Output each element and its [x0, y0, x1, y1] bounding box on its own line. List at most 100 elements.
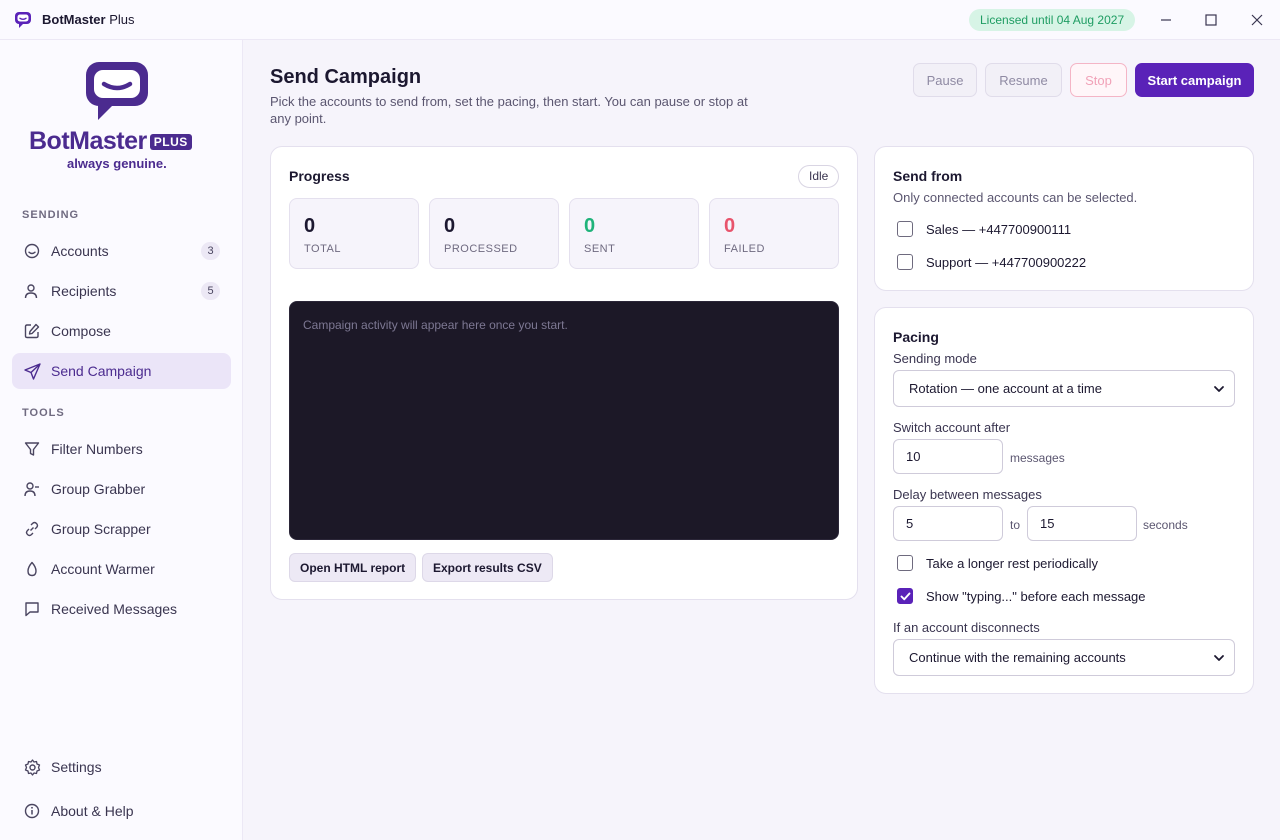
- start-campaign-button[interactable]: Start campaign: [1135, 63, 1254, 97]
- sidebar-item-label: Settings: [51, 759, 102, 775]
- progress-card: Progress Idle 0 TOTAL 0 PROCESSED 0 SENT…: [270, 146, 858, 600]
- stat-sent: 0 SENT: [569, 198, 699, 269]
- stat-total: 0 TOTAL: [289, 198, 419, 269]
- page-title: Send Campaign: [270, 66, 422, 88]
- page-subtitle: Pick the accounts to send from, set the …: [270, 94, 748, 126]
- pause-button[interactable]: Pause: [913, 63, 977, 97]
- pacing-title: Pacing: [893, 329, 939, 345]
- sidebar-item-label: Send Campaign: [51, 363, 152, 379]
- sidebar-item-label: Accounts: [51, 243, 109, 259]
- switch-account-input[interactable]: 10: [893, 439, 1003, 474]
- app-logo-icon: [15, 11, 31, 28]
- switch-unit: messages: [1010, 451, 1065, 465]
- gear-icon: [23, 758, 41, 776]
- brand-tagline: always genuine.: [67, 156, 167, 171]
- smiley-icon: [23, 242, 41, 260]
- sidebar-item-label: Account Warmer: [51, 561, 155, 577]
- select-value: Continue with the remaining accounts: [909, 650, 1126, 665]
- sidebar-item-filter-numbers[interactable]: Filter Numbers: [12, 431, 231, 467]
- stat-value: 0: [584, 215, 596, 237]
- checkbox[interactable]: [897, 555, 913, 571]
- account-label: Sales — +447700900111: [926, 221, 1072, 237]
- checkbox[interactable]: [897, 254, 913, 270]
- stat-failed: 0 FAILED: [709, 198, 839, 269]
- resume-button[interactable]: Resume: [985, 63, 1062, 97]
- sidebar-item-send-campaign[interactable]: Send Campaign: [12, 353, 231, 389]
- brand-logo: BotMaster PLUS always genuine.: [0, 60, 243, 180]
- stat-value: 0: [724, 215, 736, 237]
- sending-mode-label: Sending mode: [893, 351, 977, 366]
- user-icon: [23, 282, 41, 300]
- longer-rest-label: Take a longer rest periodically: [926, 555, 1098, 571]
- account-option-support[interactable]: Support — +447700900222: [897, 254, 1086, 270]
- message-icon: [23, 600, 41, 618]
- sidebar-item-label: Compose: [51, 323, 111, 339]
- delay-label: Delay between messages: [893, 487, 1042, 502]
- delay-to-label: to: [1010, 518, 1021, 532]
- typing-option[interactable]: Show "typing..." before each message: [897, 588, 1146, 604]
- link-icon: [23, 520, 41, 538]
- tools-section-label: TOOLS: [22, 407, 65, 419]
- brand-plus-badge: PLUS: [149, 134, 192, 150]
- status-badge: Idle: [798, 165, 840, 188]
- account-option-sales[interactable]: Sales — +447700900111: [897, 221, 1071, 237]
- delay-unit: seconds: [1143, 518, 1188, 532]
- longer-rest-option[interactable]: Take a longer rest periodically: [897, 555, 1098, 571]
- send-from-title: Send from: [893, 168, 963, 184]
- disconnect-label: If an account disconnects: [893, 620, 1040, 635]
- stat-label: FAILED: [724, 243, 765, 255]
- sidebar-item-compose[interactable]: Compose: [12, 313, 231, 349]
- sidebar-item-recipients[interactable]: Recipients 5: [12, 273, 231, 309]
- count-badge: 5: [201, 282, 220, 300]
- stat-processed: 0 PROCESSED: [429, 198, 559, 269]
- open-html-report-button[interactable]: Open HTML report: [289, 553, 417, 582]
- app-title: BotMaster Plus: [42, 12, 135, 27]
- sending-section-label: SENDING: [22, 209, 80, 221]
- activity-log[interactable]: Campaign activity will appear here once …: [289, 301, 839, 540]
- edit-icon: [23, 322, 41, 340]
- stat-label: PROCESSED: [444, 243, 518, 255]
- send-icon: [23, 362, 41, 380]
- progress-title: Progress: [289, 168, 350, 184]
- sidebar-item-label: Recipients: [51, 283, 117, 299]
- checkbox[interactable]: [897, 221, 913, 237]
- sidebar-item-accounts[interactable]: Accounts 3: [12, 233, 231, 269]
- stop-button[interactable]: Stop: [1070, 63, 1127, 97]
- delay-max-input[interactable]: 15: [1027, 506, 1137, 541]
- chevron-down-icon: [1214, 655, 1224, 661]
- minimize-button[interactable]: [1152, 6, 1180, 34]
- sidebar: BotMaster PLUS always genuine. SENDING Ac…: [0, 40, 243, 840]
- sidebar-item-settings[interactable]: Settings: [12, 749, 231, 785]
- sidebar-item-group-grabber[interactable]: Group Grabber: [12, 471, 231, 507]
- sending-mode-select[interactable]: Rotation — one account at a time: [893, 370, 1235, 407]
- export-csv-button[interactable]: Export results CSV: [422, 553, 553, 582]
- flame-icon: [23, 560, 41, 578]
- sidebar-item-received-messages[interactable]: Received Messages: [12, 591, 231, 627]
- disconnect-select[interactable]: Continue with the remaining accounts: [893, 639, 1235, 676]
- license-badge: Licensed until 04 Aug 2027: [969, 9, 1136, 31]
- send-from-card: Send from Only connected accounts can be…: [874, 146, 1254, 291]
- send-from-note: Only connected accounts can be selected.: [893, 190, 1138, 205]
- select-value: Rotation — one account at a time: [909, 381, 1102, 396]
- delay-min-input[interactable]: 5: [893, 506, 1003, 541]
- sidebar-item-about-help[interactable]: About & Help: [12, 793, 231, 829]
- brand-chat-icon: [86, 62, 148, 120]
- sidebar-item-group-scrapper[interactable]: Group Scrapper: [12, 511, 231, 547]
- sidebar-item-label: Received Messages: [51, 601, 178, 617]
- sidebar-item-account-warmer[interactable]: Account Warmer: [12, 551, 231, 587]
- typing-label: Show "typing..." before each message: [926, 588, 1146, 604]
- switch-account-label: Switch account after: [893, 420, 1011, 435]
- info-icon: [23, 802, 41, 820]
- close-icon: [1251, 14, 1263, 26]
- sidebar-item-label: About & Help: [51, 803, 134, 819]
- account-label: Support — +447700900222: [926, 254, 1087, 270]
- stat-label: SENT: [584, 243, 616, 255]
- brand-name: BotMaster PLUS: [29, 127, 192, 156]
- minimize-icon: [1161, 19, 1171, 21]
- sidebar-item-label: Group Scrapper: [51, 521, 151, 537]
- checkbox-checked[interactable]: [897, 588, 913, 604]
- close-window-button[interactable]: [1243, 6, 1271, 34]
- maximize-button[interactable]: [1197, 6, 1225, 34]
- count-badge: 3: [201, 242, 220, 260]
- sidebar-item-label: Filter Numbers: [51, 441, 143, 457]
